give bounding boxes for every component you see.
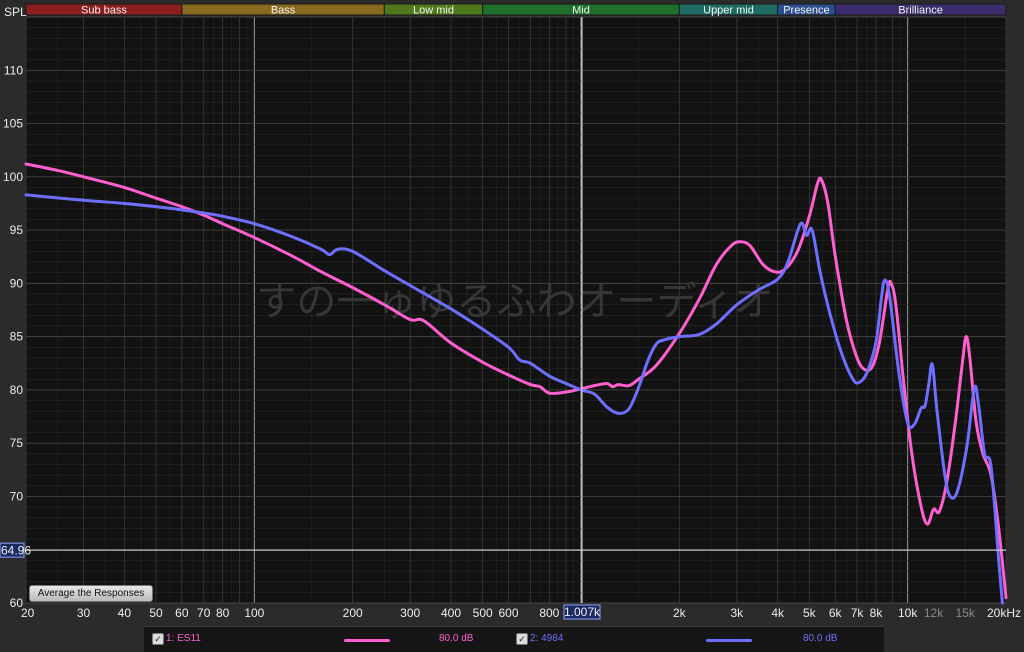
series-1-label: 1: ES11 (166, 633, 201, 644)
x-tick-label: 7k (851, 606, 865, 620)
y-tick-label: 75 (10, 436, 24, 450)
x-tick-label: 60 (175, 606, 189, 620)
band-label-2: Low mid (413, 5, 454, 17)
series-2-level: 80.0 dB (803, 633, 838, 644)
y-tick-label: 90 (10, 276, 24, 290)
band-label-1: Bass (271, 5, 296, 17)
x-tick-label: 5k (803, 606, 817, 620)
x-tick-label: 4k (771, 606, 785, 620)
series-2-label: 2: 4984 (530, 633, 564, 644)
x-tick-label: 20kHz (987, 606, 1021, 620)
x-tick-label: 500 (473, 606, 493, 620)
cursor-freq-readout: 1.007k (564, 605, 601, 619)
band-label-6: Brilliance (898, 5, 943, 17)
x-tick-label: 50 (149, 606, 163, 620)
series-1-level: 80.0 dB (439, 633, 474, 644)
band-label-4: Upper mid (703, 5, 754, 17)
x-tick-label: 15k (956, 606, 976, 620)
x-tick-label: 6k (829, 606, 843, 620)
y-tick-label: 80 (10, 383, 24, 397)
y-tick-label: 105 (3, 117, 23, 131)
x-tick-label: 3k (731, 606, 745, 620)
series-1-swatch (344, 639, 390, 642)
cursor-spl-readout: 64.96 (1, 544, 31, 558)
x-tick-label: 800 (539, 606, 559, 620)
y-tick-label: 110 (4, 63, 23, 77)
legend-bar: ✓ 1: ES11 80.0 dB ✓ 2: 4984 80.0 dB (144, 626, 884, 652)
y-tick-label: 95 (10, 223, 24, 237)
average-responses-button[interactable]: Average the Responses (29, 585, 153, 602)
y-tick-label: 70 (10, 489, 24, 503)
x-tick-label: 600 (499, 606, 519, 620)
x-tick-label: 8k (870, 606, 884, 620)
x-tick-label: 12k (924, 606, 944, 620)
x-tick-label: 300 (400, 606, 420, 620)
frequency-band-bar: Sub bass Bass Low mid Mid Upper mid Presence B… (25, 3, 1007, 17)
x-tick-label: 10k (898, 606, 918, 620)
series-1-checkbox[interactable]: ✓ (152, 633, 164, 645)
band-label-5: Presence (783, 5, 829, 17)
watermark: すの一ゅゆるふわオーディオ (256, 279, 773, 325)
y-tick-label: 85 (10, 330, 24, 344)
y-tick-label: 100 (3, 170, 23, 184)
x-tick-label: 80 (216, 606, 230, 620)
series-2-checkbox[interactable]: ✓ (516, 633, 528, 645)
x-tick-label: 40 (118, 606, 132, 620)
frequency-response-chart[interactable]: Sub bass Bass Low mid Mid Upper mid Presence B… (0, 0, 1024, 651)
x-tick-label: 400 (441, 606, 461, 620)
y-axis-title: SPL (4, 5, 27, 19)
band-label-0: Sub bass (81, 5, 127, 17)
series-2-swatch (706, 639, 752, 642)
band-label-3: Mid (572, 5, 590, 17)
x-tick-label: 2k (673, 606, 687, 620)
x-tick-label: 100 (244, 606, 264, 620)
x-tick-label: 70 (197, 606, 211, 620)
x-tick-label: 30 (77, 606, 91, 620)
x-tick-label: 20 (21, 606, 35, 620)
x-tick-label: 200 (343, 606, 363, 620)
